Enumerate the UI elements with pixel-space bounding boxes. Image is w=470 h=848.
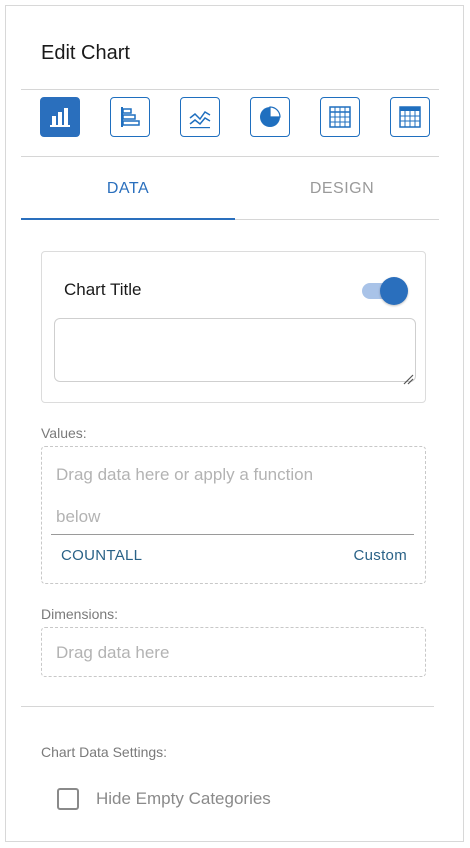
- hide-empty-categories-checkbox[interactable]: [57, 788, 79, 810]
- divider: [21, 156, 439, 157]
- chart-type-line-button[interactable]: [180, 97, 220, 137]
- chart-title-input[interactable]: [54, 318, 416, 382]
- chart-type-pivot-table-button[interactable]: [390, 97, 430, 137]
- editor-tabs: DATA DESIGN: [21, 160, 439, 222]
- dimensions-drop-zone[interactable]: Drag data here: [41, 627, 426, 677]
- countall-function-button[interactable]: COUNTALL: [61, 547, 142, 564]
- chart-type-pie-button[interactable]: [250, 97, 290, 137]
- custom-function-button[interactable]: Custom: [354, 547, 407, 564]
- pivot-table-icon: [399, 106, 421, 128]
- vertical-bar-chart-icon: [50, 108, 70, 127]
- table-icon: [329, 106, 351, 128]
- dimensions-placeholder: Drag data here: [56, 643, 170, 662]
- values-label: Values:: [41, 425, 87, 441]
- divider: [21, 706, 434, 707]
- chart-title-label: Chart Title: [64, 280, 142, 299]
- horizontal-bar-chart-icon: [121, 107, 140, 127]
- chart-type-vertical-bar-button[interactable]: [40, 97, 80, 137]
- hide-empty-categories-label[interactable]: Hide Empty Categories: [96, 789, 271, 809]
- values-divider: [51, 534, 414, 535]
- toggle-knob: [380, 277, 408, 305]
- pie-chart-icon: [260, 106, 281, 127]
- chart-type-selector: [40, 97, 430, 147]
- chart-title-card: Chart Title: [41, 251, 426, 403]
- chart-type-horizontal-bar-button[interactable]: [110, 97, 150, 137]
- chart-type-table-button[interactable]: [320, 97, 360, 137]
- active-tab-indicator: [21, 218, 235, 220]
- values-placeholder-line2: below: [56, 507, 101, 526]
- values-placeholder-line1: Drag data here or apply a function: [56, 465, 314, 484]
- tab-design[interactable]: DESIGN: [235, 160, 449, 218]
- chart-data-settings-label: Chart Data Settings:: [41, 744, 168, 760]
- panel-title: Edit Chart: [41, 42, 130, 64]
- resize-grip-icon[interactable]: [402, 373, 414, 385]
- divider: [21, 89, 439, 90]
- tab-data[interactable]: DATA: [21, 160, 235, 218]
- dimensions-label: Dimensions:: [41, 606, 119, 622]
- values-drop-zone[interactable]: Drag data here or apply a function below…: [41, 446, 426, 584]
- chart-title-toggle[interactable]: [362, 276, 410, 305]
- line-chart-icon: [189, 111, 211, 129]
